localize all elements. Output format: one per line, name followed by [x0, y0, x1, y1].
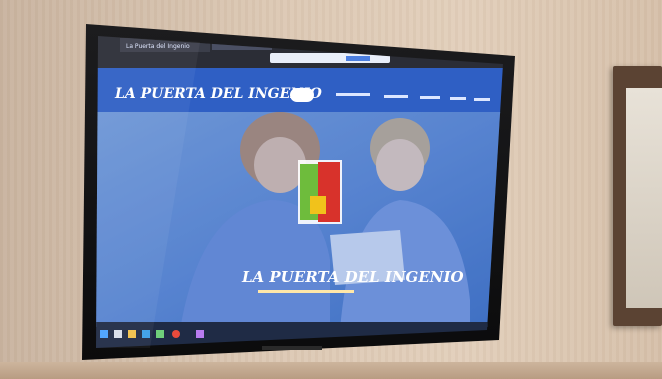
- nav-item-5[interactable]: [474, 98, 490, 101]
- hero-title: LA PUERTA DEL INGENIO: [241, 268, 464, 286]
- store-icon[interactable]: [156, 330, 164, 338]
- app-icon[interactable]: [196, 330, 204, 338]
- hero-subtitle-bar: [258, 290, 354, 293]
- nav-item-3[interactable]: [420, 96, 440, 99]
- nav-item-1[interactable]: [336, 93, 370, 96]
- nav-item-2[interactable]: [384, 95, 408, 98]
- nav-item-4[interactable]: [450, 97, 466, 100]
- nav-home-button[interactable]: [290, 88, 314, 102]
- chrome-icon[interactable]: [172, 330, 180, 338]
- tv-logo: [262, 346, 322, 350]
- photo-scene: La Puerta del Ingenio LA PUERTA DEL INGE…: [0, 0, 662, 379]
- address-highlight: [346, 56, 370, 61]
- center-logo-mark: [298, 160, 342, 224]
- television: La Puerta del Ingenio LA PUERTA DEL INGE…: [82, 24, 515, 360]
